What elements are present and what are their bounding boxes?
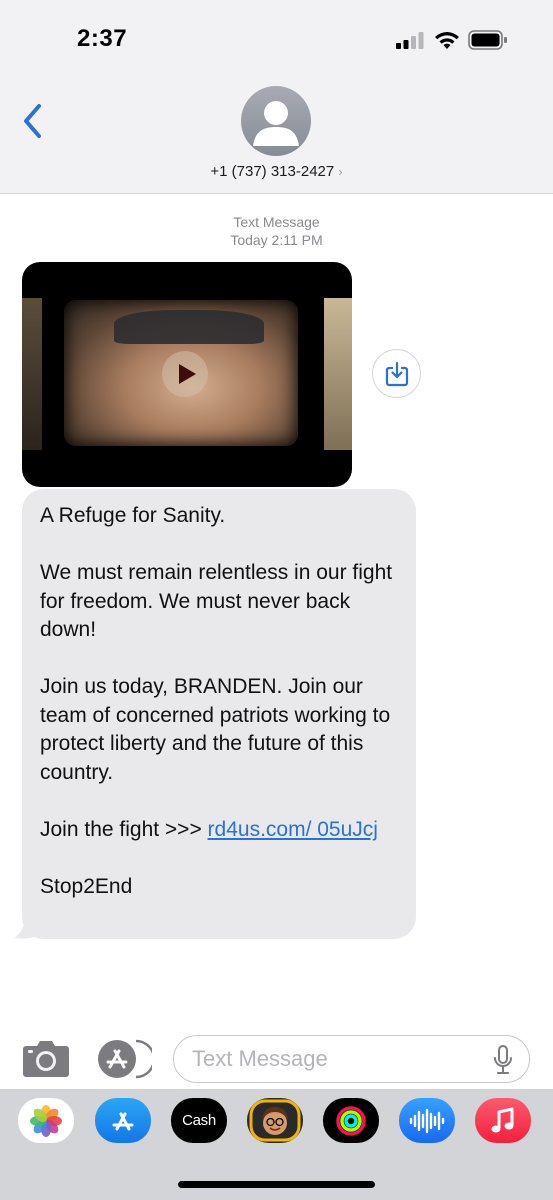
message-join-line: Join the fight >>> rd4us.com/ 05uJcj (40, 816, 398, 845)
video-frame-left (22, 298, 42, 450)
photos-app-button[interactable] (18, 1098, 74, 1143)
app-store-icon (112, 1112, 134, 1130)
wifi-icon (435, 32, 459, 49)
join-prefix: Join the fight >>> (40, 817, 208, 841)
download-icon (385, 361, 408, 386)
message-line: A Refuge for Sanity. (40, 504, 226, 527)
contact-number: +1 (737) 313-2427 (210, 163, 335, 180)
thread-meta: Text Message Today 2:11 PM (0, 213, 553, 249)
bubble-tail (14, 916, 38, 939)
message-paragraph: We must remain relentless in our fight f… (40, 561, 393, 641)
signal-icon (396, 32, 424, 49)
save-attachment-button[interactable] (372, 349, 421, 398)
back-button[interactable] (20, 102, 46, 140)
activity-rings-icon (336, 1105, 366, 1136)
message-paragraph: Join us today, BRANDEN. Join our team of… (40, 675, 391, 784)
microphone-button[interactable] (492, 1045, 514, 1075)
photos-icon (30, 1104, 62, 1137)
memoji-icon (249, 1099, 301, 1142)
memoji-app-button[interactable] (247, 1098, 303, 1143)
music-app-button[interactable] (475, 1098, 531, 1143)
contact-avatar[interactable] (241, 86, 311, 156)
camera-icon (23, 1041, 69, 1077)
camera-button[interactable] (22, 1040, 70, 1078)
music-note-icon (491, 1107, 514, 1132)
play-icon[interactable] (162, 351, 208, 397)
audio-waveform-icon (409, 1108, 445, 1133)
service-label: Text Message (233, 214, 320, 230)
message-link[interactable]: rd4us.com/ 05uJcj (208, 818, 378, 841)
apple-cash-app-button[interactable]: Cash (171, 1098, 227, 1143)
apple-cash-label: Cash (182, 1112, 216, 1129)
audio-message-app-button[interactable] (399, 1098, 455, 1143)
activity-app-button[interactable] (323, 1098, 379, 1143)
video-thumbnail-detail (114, 310, 264, 344)
apps-button[interactable] (96, 1039, 152, 1079)
contact-details-link[interactable]: +1 (737) 313-2427 › (0, 163, 553, 180)
message-stop-line: Stop2End (40, 874, 133, 898)
video-frame-right (324, 298, 352, 450)
app-store-app-button[interactable] (95, 1098, 151, 1143)
chevron-right-icon: › (338, 164, 343, 179)
home-indicator (178, 1181, 375, 1188)
status-time: 2:37 (77, 25, 128, 52)
message-timestamp: Today 2:11 PM (230, 232, 323, 248)
person-placeholder-icon (253, 101, 299, 146)
message-input[interactable] (173, 1035, 530, 1083)
microphone-icon (494, 1045, 512, 1074)
video-attachment[interactable] (22, 262, 352, 487)
message-bubble: A Refuge for Sanity. We must remain rele… (22, 489, 416, 939)
conversation-header: 2:37 +1 (737) 313-2427 › (0, 0, 553, 194)
app-store-icon (98, 1039, 152, 1079)
battery-icon (468, 30, 507, 50)
